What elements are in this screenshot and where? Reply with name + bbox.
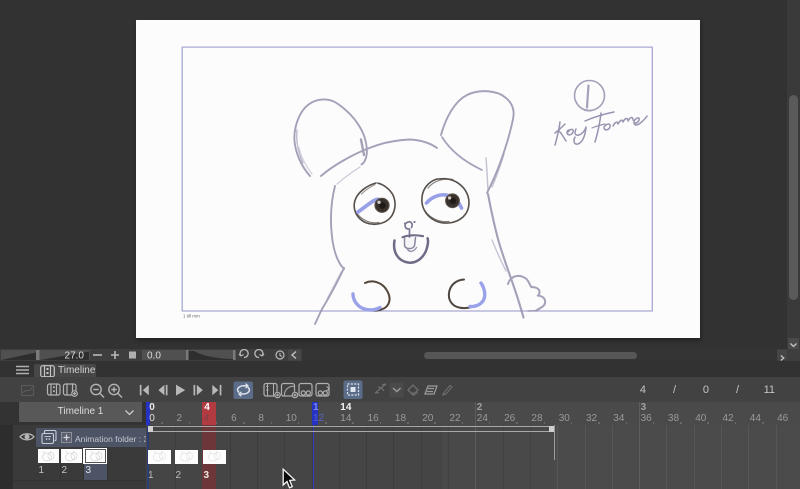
svg-text:1 till mm: 1 till mm [183,314,200,319]
svg-text:11: 11 [764,384,775,396]
svg-text:/: / [736,384,740,396]
svg-text:0.0: 0.0 [147,351,161,362]
svg-text:4: 4 [640,384,646,396]
svg-text:/: / [673,384,677,396]
svg-text:0: 0 [703,384,709,396]
svg-text:27.0: 27.0 [65,351,85,362]
